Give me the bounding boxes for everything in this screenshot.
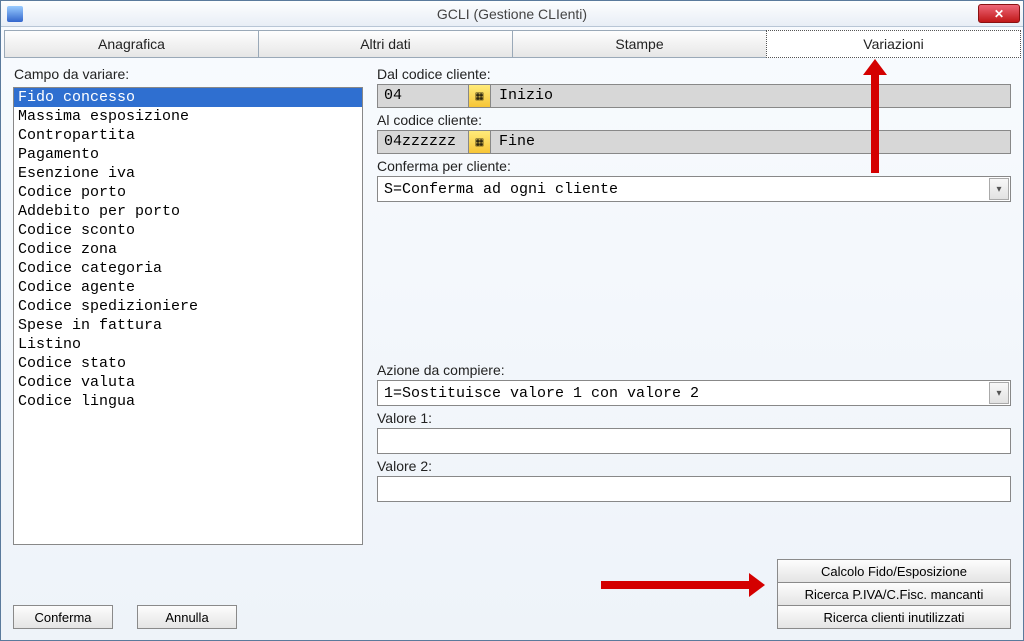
tab-stampe[interactable]: Stampe xyxy=(512,30,767,58)
annotation-arrow-tab xyxy=(871,73,879,173)
azione-value: 1=Sostituisce valore 1 con valore 2 xyxy=(384,385,699,402)
dal-codice-desc: Inizio xyxy=(491,84,1011,108)
close-button[interactable]: ✕ xyxy=(978,4,1020,23)
app-window: GCLI (Gestione CLIenti) ✕ Anagrafica Alt… xyxy=(0,0,1024,641)
campo-variare-label: Campo da variare: xyxy=(14,66,129,82)
list-item[interactable]: Codice categoria xyxy=(14,259,362,278)
al-codice-label: Al codice cliente: xyxy=(377,112,1011,128)
ricerca-piva-cf-button[interactable]: Ricerca P.IVA/C.Fisc. mancanti xyxy=(777,582,1011,606)
list-item[interactable]: Massima esposizione xyxy=(14,107,362,126)
annotation-arrow-button xyxy=(601,581,751,589)
tab-altri-dati[interactable]: Altri dati xyxy=(258,30,513,58)
list-item[interactable]: Addebito per porto xyxy=(14,202,362,221)
list-item[interactable]: Contropartita xyxy=(14,126,362,145)
valore2-input[interactable] xyxy=(377,476,1011,502)
al-codice-lookup-button[interactable]: ▦ xyxy=(469,130,491,154)
list-item[interactable]: Codice valuta xyxy=(14,373,362,392)
conferma-button[interactable]: Conferma xyxy=(13,605,113,629)
tab-bar: Anagrafica Altri dati Stampe Variazioni xyxy=(4,30,1020,58)
conferma-cliente-select[interactable]: S=Conferma ad ogni cliente ▾ xyxy=(377,176,1011,202)
tab-anagrafica[interactable]: Anagrafica xyxy=(4,30,259,58)
left-button-row: Conferma Annulla xyxy=(13,605,237,628)
list-item[interactable]: Esenzione iva xyxy=(14,164,362,183)
valore2-label: Valore 2: xyxy=(377,458,1011,474)
dal-codice-input[interactable]: 04 xyxy=(377,84,469,108)
valore1-input[interactable] xyxy=(377,428,1011,454)
list-item[interactable]: Spese in fattura xyxy=(14,316,362,335)
list-item[interactable]: Codice spedizioniere xyxy=(14,297,362,316)
list-item[interactable]: Listino xyxy=(14,335,362,354)
annulla-button[interactable]: Annulla xyxy=(137,605,237,629)
chevron-down-icon: ▾ xyxy=(989,178,1009,200)
dal-codice-lookup-button[interactable]: ▦ xyxy=(469,84,491,108)
conferma-cliente-label: Conferma per cliente: xyxy=(377,158,1011,174)
right-button-stack: Calcolo Fido/Esposizione Ricerca P.IVA/C… xyxy=(777,559,1011,628)
dal-codice-label: Dal codice cliente: xyxy=(377,66,1011,82)
azione-select[interactable]: 1=Sostituisce valore 1 con valore 2 ▾ xyxy=(377,380,1011,406)
titlebar: GCLI (Gestione CLIenti) ✕ xyxy=(1,1,1023,27)
conferma-cliente-value: S=Conferma ad ogni cliente xyxy=(384,181,618,198)
list-item[interactable]: Pagamento xyxy=(14,145,362,164)
calcolo-fido-button[interactable]: Calcolo Fido/Esposizione xyxy=(777,559,1011,583)
list-item[interactable]: Codice stato xyxy=(14,354,362,373)
list-item[interactable]: Fido concesso xyxy=(14,88,362,107)
ricerca-clienti-inutilizzati-button[interactable]: Ricerca clienti inutilizzati xyxy=(777,605,1011,629)
al-codice-desc: Fine xyxy=(491,130,1011,154)
valore1-label: Valore 1: xyxy=(377,410,1011,426)
list-item[interactable]: Codice lingua xyxy=(14,392,362,411)
right-panel: Dal codice cliente: 04 ▦ Inizio Al codic… xyxy=(377,66,1011,502)
lookup-icon: ▦ xyxy=(475,137,484,148)
azione-label: Azione da compiere: xyxy=(377,362,1011,378)
list-item[interactable]: Codice sconto xyxy=(14,221,362,240)
list-item[interactable]: Codice porto xyxy=(14,183,362,202)
close-icon: ✕ xyxy=(994,7,1004,21)
list-item[interactable]: Codice agente xyxy=(14,278,362,297)
al-codice-input[interactable]: 04zzzzzz xyxy=(377,130,469,154)
campo-variare-list[interactable]: Fido concessoMassima esposizioneContropa… xyxy=(13,87,363,545)
chevron-down-icon: ▾ xyxy=(989,382,1009,404)
lookup-icon: ▦ xyxy=(475,91,484,102)
window-title: GCLI (Gestione CLIenti) xyxy=(1,6,1023,22)
list-item[interactable]: Codice zona xyxy=(14,240,362,259)
tab-variazioni[interactable]: Variazioni xyxy=(766,30,1021,58)
content-area: Campo da variare: Fido concessoMassima e… xyxy=(7,63,1017,634)
